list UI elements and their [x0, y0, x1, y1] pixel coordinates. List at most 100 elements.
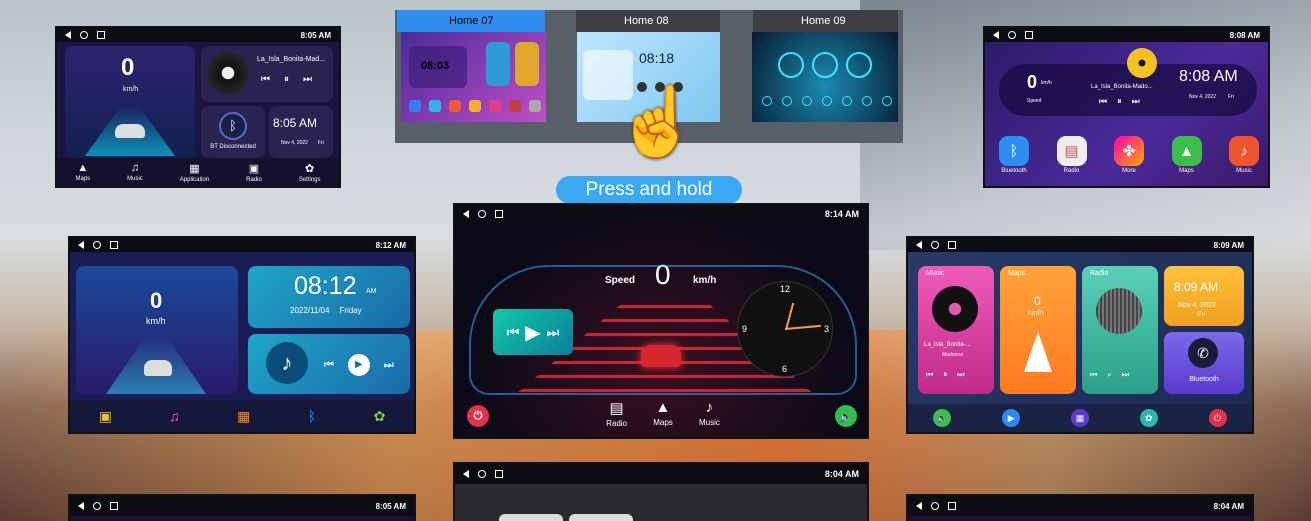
maps-icon[interactable]: ▲	[77, 162, 88, 174]
settings-icon[interactable]: ✿	[305, 162, 314, 175]
next-icon[interactable]: ⏭	[384, 359, 394, 372]
home-icon[interactable]	[478, 470, 486, 478]
home-07-preview[interactable]: 08:03	[401, 32, 546, 122]
prev-icon[interactable]: ⏮	[261, 74, 270, 85]
dock-label: Maps	[653, 418, 673, 427]
more-icon: ✤	[1114, 136, 1144, 166]
back-icon[interactable]	[78, 502, 84, 510]
back-icon[interactable]	[916, 502, 922, 510]
maps-card[interactable]: Maps 0 km/h	[1000, 266, 1076, 394]
back-icon[interactable]	[65, 31, 71, 39]
home-icon[interactable]	[931, 502, 939, 510]
search-icon[interactable]: ⌕	[1107, 370, 1111, 380]
music-card: ♪ ⏮ ▶ ⏭	[248, 334, 410, 394]
car-graphic	[144, 360, 172, 376]
pause-icon[interactable]: ⏸	[943, 370, 947, 380]
radio-icon[interactable]: ▣	[249, 162, 259, 175]
back-icon[interactable]	[78, 241, 84, 249]
back-icon[interactable]	[463, 470, 469, 478]
recents-icon[interactable]	[97, 31, 105, 39]
power-icon[interactable]: ⏻	[1208, 409, 1227, 427]
music-card[interactable]: Music La_Isla_Bonita-... Madonna ⏮ ⏸ ⏭	[918, 266, 994, 394]
dock-label: Settings	[298, 176, 321, 183]
back-icon[interactable]	[916, 241, 922, 249]
settings-icon[interactable]: ✿	[1139, 409, 1158, 427]
next-icon[interactable]: ⏭	[957, 370, 964, 380]
radio-icon[interactable]: ▣	[99, 408, 112, 425]
recents-icon[interactable]	[495, 210, 503, 218]
apps-icon[interactable]: ▦	[189, 162, 199, 175]
widget-tile[interactable]	[499, 514, 563, 521]
settings-icon[interactable]: ✿	[374, 408, 386, 425]
music-icon[interactable]: ♫	[169, 408, 180, 424]
recents-icon[interactable]	[1025, 31, 1033, 39]
home-icon[interactable]	[80, 31, 88, 39]
screen-1-dashboard: 8:05 AM 0 km/h La_Isla_Bonita-Mad... ⏮ ⏸ ⏭…	[55, 26, 341, 188]
prev-icon[interactable]: ⏮	[1099, 96, 1107, 107]
speed-unit: km/h	[146, 316, 166, 326]
clock-card: 8:09 AM Nov 4, 2022 Fri	[1164, 266, 1244, 326]
radio-card[interactable]: Radio ⏮ ⌕ ⏭	[1082, 266, 1158, 394]
next-icon[interactable]: ⏭	[1122, 370, 1129, 380]
radio-icon[interactable]: ▤	[609, 399, 623, 417]
app-radio[interactable]: ▤ Radio	[1056, 136, 1087, 174]
home-08-tab[interactable]: Home 08	[576, 10, 720, 32]
next-icon[interactable]: ⏭	[1132, 96, 1140, 107]
home-09-tab[interactable]: Home 09	[753, 10, 898, 32]
song-artist: Madonna	[942, 352, 963, 358]
home-icon[interactable]	[931, 241, 939, 249]
app-music[interactable]: ♪ Music	[1229, 136, 1259, 174]
app-bluetooth[interactable]: ᛒ Bluetooth	[999, 136, 1029, 174]
back-icon[interactable]	[993, 31, 999, 39]
home-icon[interactable]	[478, 210, 486, 218]
home-icon[interactable]	[1008, 31, 1016, 39]
recents-icon[interactable]	[110, 241, 118, 249]
apps-icon[interactable]: ▦	[237, 408, 250, 425]
bt-card[interactable]: ᛒ BT Disconnected	[201, 106, 265, 158]
clock-time: 08:12	[294, 272, 357, 300]
prev-icon[interactable]: ⏮	[324, 359, 334, 372]
status-time: 8:08 AM	[1229, 30, 1260, 40]
app-more[interactable]: ✤ More	[1114, 136, 1144, 174]
next-icon[interactable]: ⏭	[303, 74, 312, 85]
home-icon[interactable]	[93, 241, 101, 249]
app-row: ᛒ Bluetooth ▤ Radio ✤ More ▲ Maps ♪ Music	[999, 136, 1259, 174]
media-widget[interactable]: ⏮ ▶ ⏭	[493, 309, 573, 355]
next-icon[interactable]: ⏭	[547, 324, 560, 341]
bluetooth-card[interactable]: ✆ Bluetooth	[1164, 332, 1244, 394]
album-disc	[207, 52, 249, 94]
status-time: 8:14 AM	[824, 209, 859, 219]
status-bar: 8:14 AM	[455, 205, 867, 223]
app-maps[interactable]: ▲ Maps	[1171, 136, 1202, 174]
music-icon[interactable]: ♪	[706, 399, 714, 416]
clock-day: Friday	[339, 306, 362, 315]
prev-icon[interactable]: ⏮	[507, 324, 520, 341]
status-bar: 8:05 AM	[57, 28, 339, 42]
pause-icon[interactable]: ⏸	[1117, 96, 1122, 107]
clock-day: Fri	[317, 140, 324, 146]
volume-icon[interactable]: 🔈	[933, 409, 952, 427]
recents-icon[interactable]	[110, 502, 118, 510]
play-icon[interactable]: ▶	[1002, 409, 1021, 427]
widget-tile[interactable]	[569, 514, 633, 521]
power-button[interactable]: ⏻	[467, 405, 489, 427]
recents-icon[interactable]	[948, 502, 956, 510]
apps-icon[interactable]: ▦	[1070, 409, 1089, 427]
pause-icon[interactable]: ⏸	[284, 74, 289, 85]
dock: 🔈 ▶ ▦ ✿ ⏻	[908, 404, 1252, 432]
play-icon[interactable]: ▶	[525, 320, 540, 345]
prev-icon[interactable]: ⏮	[1090, 370, 1097, 380]
home-07-tab[interactable]: Home 07	[397, 10, 545, 32]
back-icon[interactable]	[463, 210, 469, 218]
music-icon[interactable]: ♫	[131, 162, 139, 174]
play-icon[interactable]: ▶	[347, 354, 370, 376]
home-09-preview[interactable]	[752, 32, 898, 122]
maps-icon[interactable]: ▲	[656, 399, 671, 416]
volume-button[interactable]: 🔈	[835, 405, 857, 427]
home-icon[interactable]	[93, 502, 101, 510]
recents-icon[interactable]	[948, 241, 956, 249]
recents-icon[interactable]	[495, 470, 503, 478]
speed-unit: km/h	[1028, 310, 1044, 317]
bluetooth-icon[interactable]: ᛒ	[308, 408, 316, 424]
prev-icon[interactable]: ⏮	[926, 370, 933, 380]
